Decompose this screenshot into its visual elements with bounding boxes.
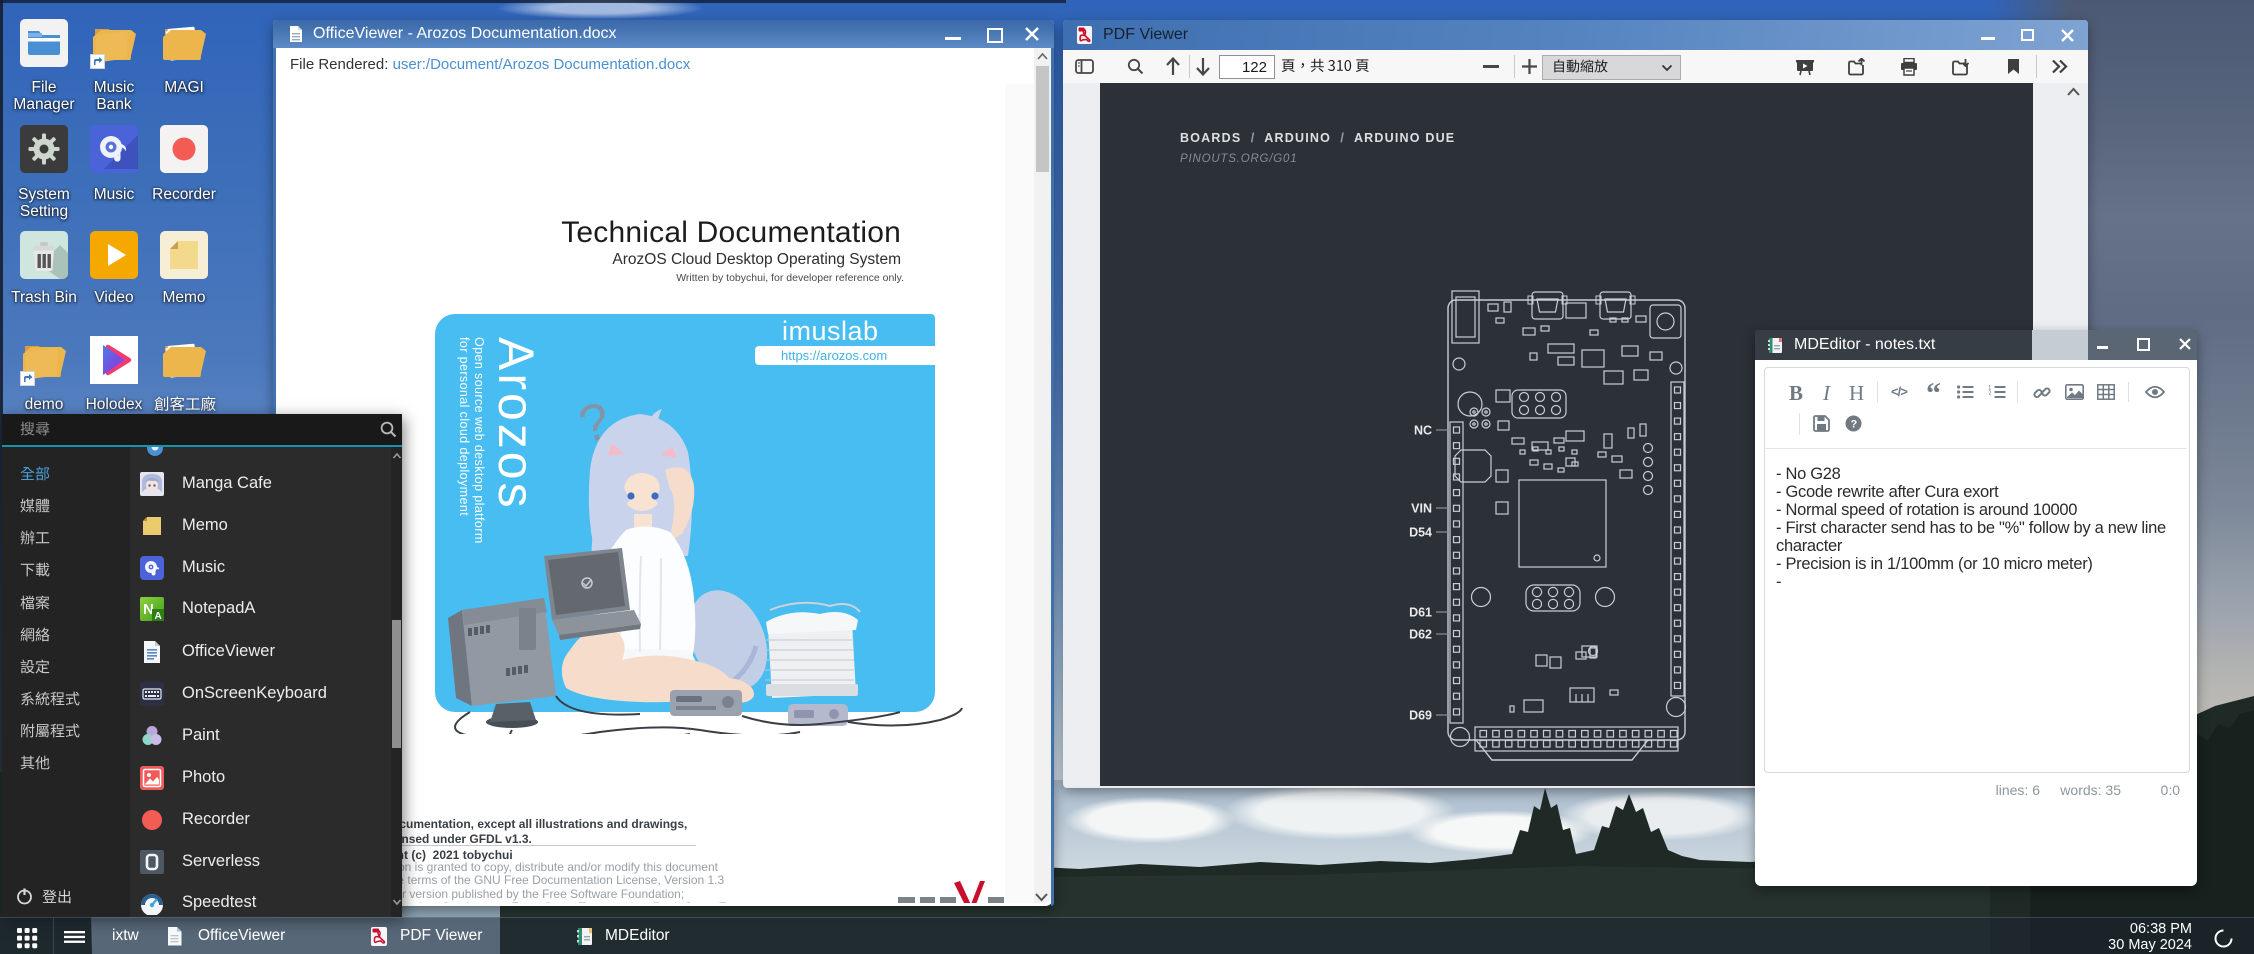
svg-text:A: A — [155, 611, 162, 621]
svg-text:?: ? — [1851, 419, 1858, 431]
svg-text:D61: D61 — [1409, 606, 1432, 620]
svg-text:D54: D54 — [1409, 526, 1432, 540]
svg-text:VIN: VIN — [1411, 502, 1432, 516]
svg-text:NC: NC — [1414, 424, 1432, 438]
svg-text:D62: D62 — [1409, 628, 1432, 642]
svg-text:D69: D69 — [1409, 709, 1432, 723]
svg-text:2: 2 — [1989, 391, 1992, 397]
